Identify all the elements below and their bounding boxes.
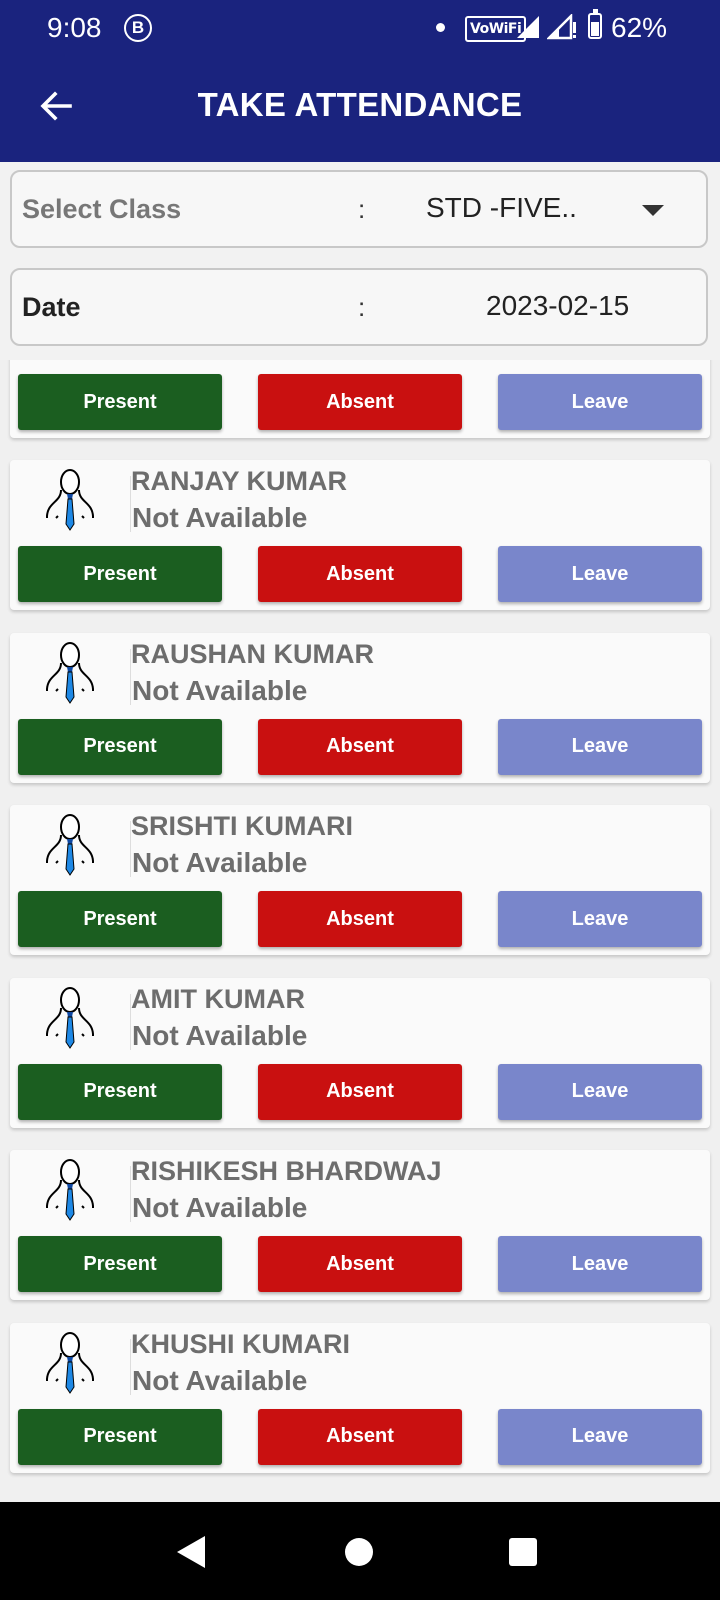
dropdown-arrow-icon[interactable]: [642, 205, 664, 216]
student-name: RAUSHAN KUMAR: [131, 638, 374, 669]
nav-recents-icon[interactable]: [508, 1537, 538, 1567]
date-value[interactable]: 2023-02-15: [486, 290, 629, 322]
leave-button[interactable]: Leave: [498, 1063, 702, 1120]
navigation-bar: [0, 1502, 720, 1600]
student-name: KHUSHI KUMARI: [131, 1328, 350, 1359]
class-select[interactable]: Select Class : STD -FIVE..: [10, 170, 708, 248]
student-status: Not Available: [132, 1192, 308, 1223]
student-card: KHUSHI KUMARI Not Available Present Absent L…: [10, 1322, 710, 1473]
absent-button[interactable]: Absent: [258, 718, 462, 775]
student-list[interactable]: Present Absent Leave RANJAY KUMAR Not Ava…: [0, 360, 720, 1502]
battery-icon: [588, 9, 602, 39]
present-button[interactable]: Present: [18, 718, 222, 775]
date-colon: :: [358, 292, 366, 322]
page-title: TAKE ATTENDANCE: [197, 86, 523, 123]
leave-button[interactable]: Leave: [498, 891, 702, 947]
date-field[interactable]: Date : 2023-02-15: [10, 268, 708, 346]
battery-percent: 62%: [611, 12, 668, 43]
leave-button[interactable]: Leave: [498, 1408, 702, 1465]
class-select-label: Select Class: [22, 194, 182, 224]
student-card: RAUSHAN KUMAR Not Available Present Absent L…: [10, 632, 710, 783]
student-name: RANJAY KUMAR: [131, 466, 348, 496]
student-status: Not Available: [132, 1364, 308, 1396]
present-button[interactable]: Present: [18, 1063, 222, 1120]
absent-button[interactable]: Absent: [258, 1236, 462, 1292]
leave-button[interactable]: Leave: [498, 374, 702, 430]
person-avatar-icon: [44, 986, 96, 1050]
student-name: SRISHTI KUMARI: [131, 811, 353, 841]
present-button[interactable]: Present: [18, 891, 222, 947]
status-bar: 9:08 B VoWiFi 62%: [0, 0, 720, 56]
app-header: 9:08 B VoWiFi 62% TAKE ATTENDANCE: [0, 0, 720, 162]
leave-button[interactable]: Leave: [498, 718, 702, 775]
student-card: AMIT KUMAR Not Available Present Absent Leav…: [10, 977, 710, 1128]
student-card: RANJAY KUMAR Not Available Present Absent Le…: [10, 460, 710, 610]
status-time: 9:08: [47, 12, 102, 43]
student-card: RISHIKESH BHARDWAJ Not Available Present Ab…: [10, 1150, 710, 1300]
person-avatar-icon: [44, 813, 96, 877]
signal-icon: [517, 16, 539, 38]
nav-back-icon[interactable]: [176, 1535, 206, 1569]
person-avatar-icon: [44, 1331, 96, 1395]
absent-button[interactable]: Absent: [258, 374, 462, 430]
person-avatar-icon: [44, 468, 96, 532]
leave-button[interactable]: Leave: [498, 546, 702, 602]
absent-button[interactable]: Absent: [258, 891, 462, 947]
class-select-value[interactable]: STD -FIVE..: [426, 192, 577, 224]
person-avatar-icon: [44, 1158, 96, 1222]
absent-button[interactable]: Absent: [258, 546, 462, 602]
present-button[interactable]: Present: [18, 374, 222, 430]
student-status: Not Available: [132, 847, 308, 878]
student-name: RISHIKESH BHARDWAJ: [131, 1156, 442, 1186]
student-card-partial: Present Absent Leave: [10, 360, 710, 438]
date-label: Date: [22, 292, 81, 322]
person-avatar-icon: [44, 641, 96, 705]
signal-weak-icon: [547, 14, 576, 40]
nav-home-icon[interactable]: [344, 1537, 374, 1567]
b-badge-icon: B: [124, 14, 152, 42]
notification-dot-icon: [436, 23, 445, 32]
present-button[interactable]: Present: [18, 1236, 222, 1292]
absent-button[interactable]: Absent: [258, 1408, 462, 1465]
student-status: Not Available: [132, 1019, 308, 1051]
absent-button[interactable]: Absent: [258, 1063, 462, 1120]
student-status: Not Available: [132, 674, 308, 706]
student-name: AMIT KUMAR: [131, 983, 305, 1014]
student-card: SRISHTI KUMARI Not Available Present Absent…: [10, 805, 710, 955]
class-select-colon: :: [358, 194, 366, 224]
student-status: Not Available: [132, 502, 308, 533]
present-button[interactable]: Present: [18, 1408, 222, 1465]
present-button[interactable]: Present: [18, 546, 222, 602]
leave-button[interactable]: Leave: [498, 1236, 702, 1292]
